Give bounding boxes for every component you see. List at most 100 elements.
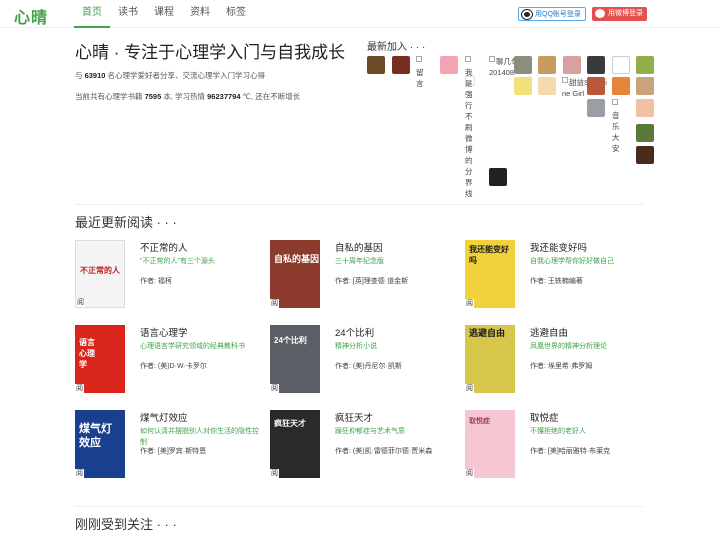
book-cover[interactable]: 疯狂天才 阅: [270, 410, 320, 478]
member-avatar[interactable]: [367, 56, 385, 74]
nav-reading[interactable]: 读书: [110, 0, 146, 28]
read-tag: 阅: [465, 384, 474, 393]
site-logo[interactable]: 心晴: [14, 4, 48, 28]
book-author: 作者: (美)凯·雷德菲尔德·贾米森: [335, 448, 433, 455]
book-item[interactable]: 逃避自由 阅 逃避自由 凤凰世界的精神分析理论 作者: 埃里希·弗罗姆: [465, 325, 655, 397]
nav-home[interactable]: 首页: [74, 0, 110, 28]
book-subtitle: 心理语言学研究领域的经典教科书: [140, 343, 245, 350]
book-item[interactable]: 我还能变好吗 阅 我还能变好吗 自我心理学帮你好好做自己 作者: 王轶楠编著: [465, 240, 655, 312]
book-count: 7595: [144, 92, 162, 101]
book-item[interactable]: 语言心理学 阅 语言心理学 心理语言学研究领域的经典教科书 作者: (美)D·W…: [75, 325, 265, 397]
member-avatar[interactable]: [587, 99, 605, 117]
book-item[interactable]: 24个比利 阅 24个比利 精神分析小说 作者: (美)丹尼尔·凯斯: [270, 325, 460, 397]
member-avatar[interactable]: [563, 56, 581, 74]
read-tag: 阅: [75, 469, 84, 478]
book-cover-text: 自私的基因: [274, 254, 320, 264]
nav-courses[interactable]: 课程: [146, 0, 182, 28]
book-cover[interactable]: 语言心理学 阅: [75, 325, 125, 393]
member-avatar[interactable]: [538, 56, 556, 74]
book-cover[interactable]: 不正常的人 阅: [75, 240, 125, 308]
book-cover[interactable]: 取悦症 阅: [465, 410, 515, 478]
new-members-title: 最新加入 · · ·: [367, 42, 426, 53]
book-title[interactable]: 不正常的人: [140, 240, 188, 254]
member-avatar-broken[interactable]: 我是强行不刷微博的分界线: [465, 56, 479, 199]
heat-count: 96237794: [207, 92, 241, 101]
top-bar: 心晴 首页 读书 课程 资料 标签 用QQ账号登录 用微博登录: [0, 0, 720, 28]
member-avatar-broken[interactable]: 留言: [416, 56, 430, 89]
book-item[interactable]: 自私的基因 阅 自私的基因 三十周年纪念版 作者: [英]理查德·道金斯: [270, 240, 460, 312]
book-cover-text: 24个比利: [274, 336, 307, 345]
book-subtitle: 自我心理学帮你好好做自己: [530, 258, 614, 265]
weibo-login-button[interactable]: 用微博登录: [592, 7, 647, 21]
member-count: 63910: [84, 71, 106, 80]
book-author: 作者: [英]理查德·道金斯: [335, 278, 409, 285]
book-author: 作者: 埃里希·弗罗姆: [530, 363, 593, 370]
book-author: 作者: (美)丹尼尔·凯斯: [335, 363, 402, 370]
book-title[interactable]: 语言心理学: [140, 325, 188, 339]
book-cover[interactable]: 我还能变好吗 阅: [465, 240, 515, 308]
member-avatar[interactable]: [587, 77, 605, 95]
qq-icon: [522, 10, 532, 19]
book-item[interactable]: 疯狂天才 阅 疯狂天才 躁狂抑郁症与艺术气质 作者: (美)凯·雷德菲尔德·贾米…: [270, 410, 460, 482]
member-name: 201408: [489, 68, 515, 77]
qq-login-button[interactable]: 用QQ账号登录: [518, 7, 586, 21]
book-cover[interactable]: 逃避自由 阅: [465, 325, 515, 393]
book-title[interactable]: 我还能变好吗: [530, 240, 587, 254]
book-title[interactable]: 逃避自由: [530, 325, 568, 339]
book-subtitle: 如何认清并摆脱别人对你生活的隐性控制: [140, 428, 259, 446]
book-author: 作者: 福柯: [140, 278, 172, 285]
weibo-icon: [595, 9, 605, 18]
read-tag: 阅: [75, 384, 84, 393]
member-avatar[interactable]: [636, 77, 654, 95]
member-name: 留言: [416, 68, 424, 88]
member-count-post: 名心理学爱好者分享、交流心理学入门学习心得: [107, 71, 266, 80]
member-avatar[interactable]: [636, 56, 654, 74]
book-cover-text: 语言心理学: [79, 338, 95, 369]
book-title[interactable]: 取悦症: [530, 410, 559, 424]
member-avatar[interactable]: [489, 168, 507, 186]
book-title[interactable]: 24个比利: [335, 325, 374, 339]
read-tag: 阅: [76, 298, 85, 307]
qq-login-label: 用QQ账号登录: [535, 11, 581, 18]
book-cover[interactable]: 24个比利 阅: [270, 325, 320, 393]
book-author: 作者: [美]罗宾·斯特恩: [140, 448, 207, 455]
book-item[interactable]: 不正常的人 阅 不正常的人 "不正常的人"有三个源头 作者: 福柯: [75, 240, 265, 312]
book-subtitle: 三十周年纪念版: [335, 258, 384, 265]
nav-tags[interactable]: 标签: [218, 0, 254, 28]
member-avatar[interactable]: [514, 56, 532, 74]
book-cover-text: 我还能变好吗: [469, 245, 509, 265]
book-count-mid: 本, 学习热情: [163, 92, 206, 101]
book-author: 作者: (美)D·W·卡罗尔: [140, 363, 207, 370]
member-name: 我是强行不刷微博的分界线: [465, 68, 473, 198]
member-avatar[interactable]: [636, 146, 654, 164]
book-item[interactable]: 煤气灯效应 阅 煤气灯效应 如何认清并摆脱别人对你生活的隐性控制 作者: [美]…: [75, 410, 265, 482]
member-avatar[interactable]: [538, 77, 556, 95]
book-cover[interactable]: 煤气灯效应 阅: [75, 410, 125, 478]
member-avatar[interactable]: [636, 99, 654, 117]
book-item[interactable]: 取悦症 阅 取悦症 不懂拒绝的老好人 作者: [美]哈丽雅特·布莱克: [465, 410, 655, 482]
recent-reading-title: 最近更新阅读 · · ·: [75, 215, 177, 230]
book-title[interactable]: 煤气灯效应: [140, 410, 188, 424]
member-avatar[interactable]: [514, 77, 532, 95]
member-avatar[interactable]: [612, 56, 630, 74]
nav-resources[interactable]: 资料: [182, 0, 218, 28]
weibo-login-label: 用微博登录: [608, 10, 643, 17]
member-avatar[interactable]: [612, 77, 630, 95]
member-count-pre: 与: [75, 71, 83, 80]
book-cover-text: 疯狂天才: [274, 419, 306, 428]
member-avatar[interactable]: [392, 56, 410, 74]
book-title[interactable]: 自私的基因: [335, 240, 383, 254]
read-tag: 阅: [465, 469, 474, 478]
book-count-pre: 当前共有心理学书籍: [75, 92, 143, 101]
member-avatar[interactable]: [587, 56, 605, 74]
member-avatar[interactable]: [636, 124, 654, 142]
book-cover[interactable]: 自私的基因 阅: [270, 240, 320, 308]
book-subtitle: 凤凰世界的精神分析理论: [530, 343, 607, 350]
book-author: 作者: [美]哈丽雅特·布莱克: [530, 448, 611, 455]
book-cover-text: 煤气灯效应: [79, 423, 112, 449]
book-title[interactable]: 疯狂天才: [335, 410, 373, 424]
book-subtitle: 躁狂抑郁症与艺术气质: [335, 428, 405, 435]
book-count-line: 当前共有心理学书籍 7595 本, 学习热情 96237794 ℃, 还在不断增…: [75, 91, 300, 102]
member-avatar-broken[interactable]: 音乐大安: [612, 99, 626, 154]
member-avatar[interactable]: [440, 56, 458, 74]
